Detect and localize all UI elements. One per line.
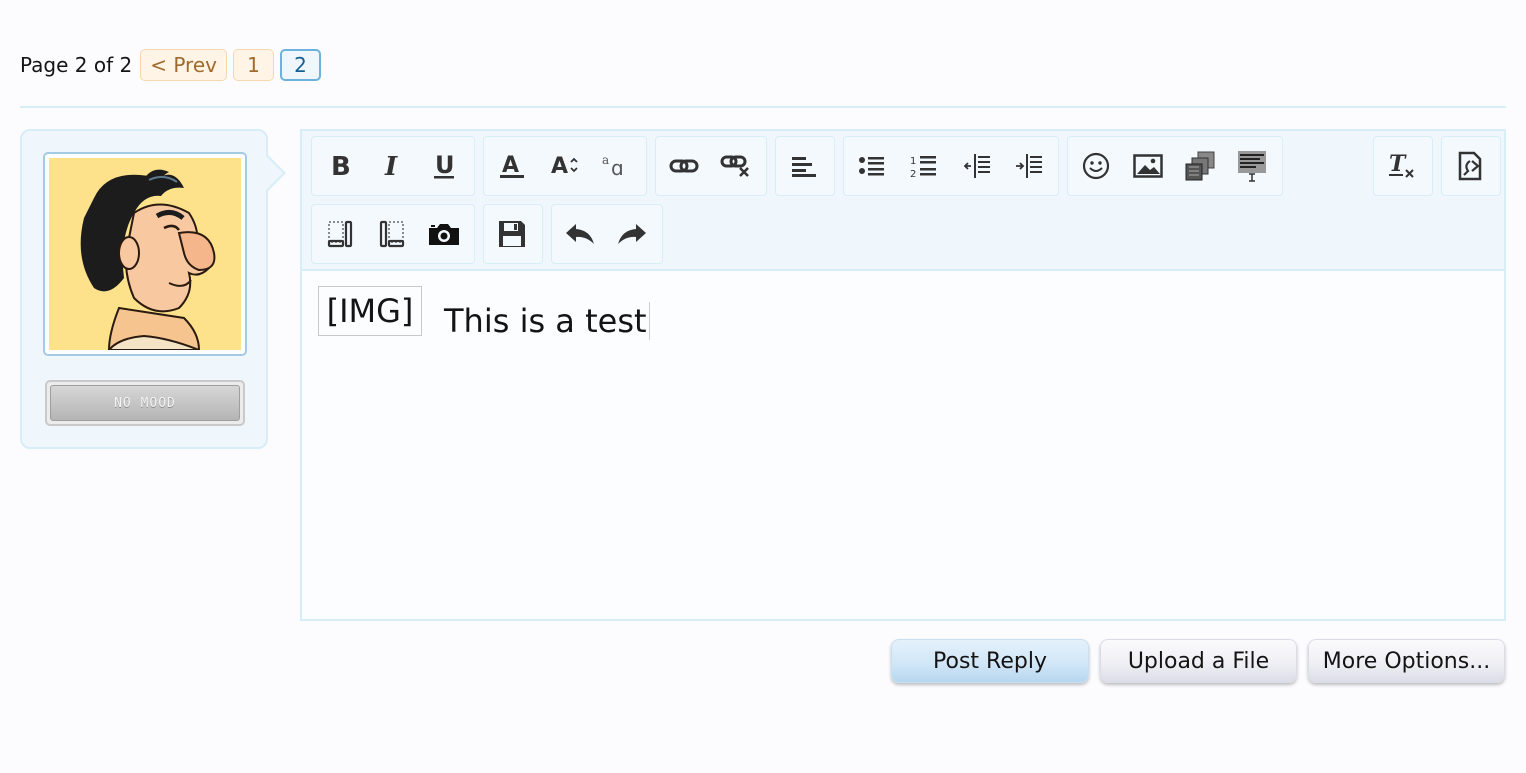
editor-content-area[interactable]: [IMG] This is a test [302,271,1504,619]
svg-text:T: T [1389,152,1407,177]
link-icon[interactable] [658,138,710,194]
font-group: A A aɑ [483,136,647,196]
bold-icon[interactable]: B [314,138,366,194]
insert-group [1067,136,1283,196]
remove-format-icon[interactable]: T [1376,138,1428,194]
page-navigation: Page 2 of 2 < Prev 1 2 [20,47,321,83]
mood-button[interactable]: NO MOOD [45,380,245,426]
svg-text:A: A [502,153,519,178]
font-size-icon[interactable]: A [538,138,590,194]
page-link-1[interactable]: 1 [232,49,274,81]
smilies-icon[interactable] [1070,138,1122,194]
toggle-group [1441,136,1501,196]
font-color-icon[interactable]: A [486,138,538,194]
link-group [655,136,767,196]
message-text: This is a test [444,302,650,340]
toggle-bbcode-icon[interactable] [1444,138,1496,194]
undo-icon[interactable] [554,206,606,262]
post-reply-button[interactable]: Post Reply [891,639,1089,683]
media-group [311,204,475,264]
numbered-list-icon[interactable]: 12 [898,138,950,194]
align-group [775,136,835,196]
speech-arrow-inner [265,155,283,191]
draft-group [483,204,543,264]
camera-icon[interactable] [418,206,470,262]
float-right-icon[interactable] [366,206,418,262]
image-icon[interactable] [1122,138,1174,194]
message-user-info: NO MOOD [20,129,286,449]
quote-icon[interactable] [1226,138,1278,194]
indent-icon[interactable] [1002,138,1054,194]
svg-text:A: A [551,154,568,179]
bullet-list-icon[interactable] [846,138,898,194]
format-group: T [1373,136,1433,196]
editor-toolbar: B I U A A aɑ 1 2 T [302,131,1504,271]
unlink-icon[interactable] [710,138,762,194]
page-link-current[interactable]: 2 [279,49,321,81]
prev-page-link[interactable]: < Prev [140,49,227,81]
save-draft-icon[interactable] [486,206,538,262]
list-group: 12 [843,136,1059,196]
page-status-text: Page 2 of 2 [20,53,133,77]
svg-text:1: 1 [910,156,916,167]
svg-text:B: B [331,153,351,179]
cartoon-character-icon [49,158,241,350]
svg-text:ɑ: ɑ [611,156,624,180]
upload-file-button[interactable]: Upload a File [1100,639,1297,683]
more-options-button[interactable]: More Options... [1308,639,1505,683]
avatar[interactable] [43,152,247,356]
media-icon[interactable] [1174,138,1226,194]
text-style-group: B I U [311,136,475,196]
message-editor: B I U A A aɑ 1 2 T [IMG] This is a test [300,129,1506,621]
svg-text:a: a [602,153,609,167]
svg-text:2: 2 [910,169,916,179]
image-placeholder[interactable]: [IMG] [318,286,422,336]
mood-label: NO MOOD [50,385,240,421]
font-family-icon[interactable]: aɑ [590,138,642,194]
svg-text:U: U [435,152,455,179]
italic-icon[interactable]: I [366,138,418,194]
align-icon[interactable] [778,138,830,194]
section-divider [20,106,1506,108]
float-left-icon[interactable] [314,206,366,262]
history-group [551,204,663,264]
svg-text:I: I [384,153,398,179]
redo-icon[interactable] [606,206,658,262]
outdent-icon[interactable] [950,138,1002,194]
underline-icon[interactable]: U [418,138,470,194]
